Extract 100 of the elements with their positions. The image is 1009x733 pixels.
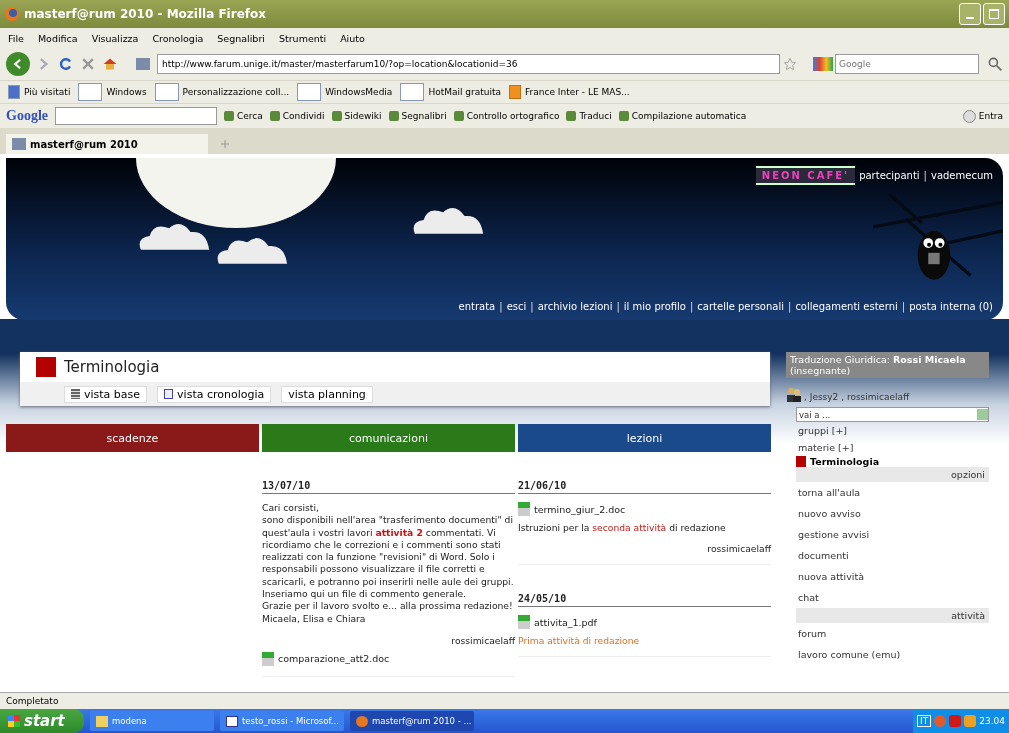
nav-link[interactable]: entrata — [458, 301, 496, 312]
bookmark-icon — [78, 83, 103, 101]
nav-link[interactable]: collegamenti esterni — [795, 301, 898, 312]
window-title: masterf@rum 2010 - Mozilla Firefox — [24, 7, 267, 21]
menu-item[interactable]: Modifica — [37, 32, 78, 44]
view-tab[interactable]: vista cronologia — [157, 385, 272, 403]
toolbar-button[interactable]: Compilazione automatica — [618, 111, 747, 121]
search-field[interactable]: Google — [835, 54, 979, 74]
clock: 23.04 — [979, 716, 1005, 726]
separator: | — [499, 301, 503, 312]
course-color-square — [796, 456, 806, 467]
toolbar-button[interactable]: Controllo ortografico — [453, 111, 560, 121]
sidebar-link[interactable]: gestione avvisi — [796, 524, 989, 545]
message-text: Cari corsisti, — [262, 502, 320, 515]
view-tab[interactable]: vista base — [64, 385, 148, 403]
sign-in-button[interactable]: Entra — [962, 109, 1003, 123]
bookmark[interactable]: Più visitati — [8, 85, 71, 99]
reload-icon[interactable] — [58, 56, 74, 72]
current-course[interactable]: Terminologia — [810, 456, 880, 467]
search-icon[interactable] — [987, 56, 1003, 72]
maximize-button[interactable] — [983, 3, 1005, 25]
separator: | — [530, 301, 534, 312]
nav-link[interactable]: cartelle personali — [697, 301, 784, 312]
message-text: Micaela, Elisa e Chiara — [262, 612, 367, 625]
toolbar-icon — [618, 111, 629, 121]
bookmark-icon — [8, 85, 20, 99]
sidebar-link[interactable]: chat — [796, 587, 989, 608]
sidebar-link[interactable]: nuova attività — [796, 566, 989, 587]
bookmark[interactable]: WindowsMedia — [297, 83, 393, 101]
nav-link[interactable]: archivio lezioni — [537, 301, 613, 312]
toolbar-search-field[interactable] — [55, 107, 217, 125]
site-logo[interactable]: NEON CAFE' — [755, 166, 856, 185]
bookmark[interactable]: HotMail gratuita — [400, 83, 502, 101]
menu-item[interactable]: Cronologia — [152, 32, 204, 44]
nav-link[interactable]: esci — [506, 301, 527, 312]
start-button[interactable]: start — [0, 709, 84, 733]
users-icon — [786, 386, 802, 402]
menu-item[interactable]: Segnalibri — [217, 32, 265, 44]
document-icon — [518, 502, 530, 516]
app-icon — [356, 715, 368, 727]
toolbar-button[interactable]: Condividi — [269, 111, 325, 121]
header-link[interactable]: partecipanti — [859, 170, 920, 181]
sidebar-link[interactable]: torna all'aula — [796, 482, 989, 503]
attachment-link[interactable]: termino_giur_2.doc — [534, 503, 626, 515]
home-icon[interactable] — [102, 56, 118, 72]
toolbar-button[interactable]: Segnalibri — [388, 111, 447, 121]
taskbar-button[interactable]: modena — [90, 711, 214, 731]
document-icon — [518, 615, 530, 629]
section-header: opzioni — [796, 467, 989, 482]
list-icon — [71, 389, 80, 399]
sidebar-link[interactable]: forum — [796, 623, 989, 644]
browser-tab[interactable]: masterf@rum 2010 — [6, 134, 208, 154]
menu-item[interactable]: File — [8, 32, 24, 44]
sidebar-link[interactable]: materie [+] — [796, 439, 989, 456]
stop-icon[interactable] — [80, 56, 96, 72]
toolbar-button[interactable]: Cerca — [224, 111, 263, 121]
message-text: sono disponibili nell'area "trasferimento documenti" di quest'aula i vostri lavori attività 2 commentati. Vi ricordiamo che le correzioni e i commenti sono stati realizzati con la funzione "revisioni" di Word. Solo i responsabili possono visualizzare il file corretti e scaricarli, e potranno poi inserirli nelle aule dei gruppi. Inseriamo qui un file di commento generale. — [262, 514, 515, 601]
browser-logo-icon — [4, 6, 20, 22]
minimize-button[interactable] — [959, 3, 981, 25]
author-name: rossimicaelaff — [706, 543, 771, 554]
bookmark[interactable]: France Inter - LE MAS... — [509, 85, 630, 99]
header-link[interactable]: vademecum — [930, 170, 993, 181]
app-icon — [226, 715, 238, 727]
bookmark-icon — [154, 83, 179, 101]
new-tab-icon[interactable] — [220, 139, 230, 149]
menu-item[interactable]: Strumenti — [278, 32, 327, 44]
toolbar-button[interactable]: Traduci — [566, 111, 612, 121]
calendar-icon — [164, 389, 174, 399]
toolbar-logo: Google — [6, 108, 48, 124]
app-icon — [96, 715, 108, 727]
separator: | — [616, 301, 620, 312]
view-tab[interactable]: vista planning — [281, 385, 373, 403]
bookmark[interactable]: Windows — [78, 83, 147, 101]
sidebar-link[interactable]: lavoro comune (emu) — [796, 644, 989, 665]
menu-item[interactable]: Visualizza — [91, 32, 139, 44]
bookmark[interactable]: Personalizzazione coll... — [154, 83, 290, 101]
sidebar-link[interactable]: nuovo avviso — [796, 503, 989, 524]
menu-item[interactable]: Aiuto — [340, 32, 365, 44]
tray-icon[interactable] — [964, 715, 977, 727]
star-icon[interactable] — [783, 57, 797, 71]
separator: | — [901, 301, 906, 312]
nav-link[interactable]: il mio profilo — [623, 301, 686, 312]
author-name: rossimicaelaff — [450, 634, 515, 646]
tray-icon[interactable] — [949, 715, 962, 727]
attachment-link[interactable]: comparazione_att2.doc — [278, 653, 390, 665]
toolbar-icon — [453, 111, 464, 121]
address-field[interactable]: http://www.farum.unige.it/master/masterfarum10/?op=location&locationid=36 — [157, 54, 780, 74]
toolbar-icon — [388, 111, 399, 121]
back-button[interactable] — [6, 52, 30, 76]
toolbar-icon — [566, 111, 577, 121]
taskbar-button[interactable]: masterf@rum 2010 - ... — [350, 711, 474, 731]
attachment-link[interactable]: attivita_1.pdf — [534, 616, 597, 628]
navigation-select[interactable]: vai a ... — [796, 407, 989, 422]
taskbar-button[interactable]: testo_rossi - Microsof... — [220, 711, 344, 731]
nav-link[interactable]: posta interna (0) — [909, 301, 993, 312]
sidebar-link[interactable]: documenti — [796, 545, 989, 566]
toolbar-button[interactable]: Sidewiki — [331, 111, 382, 121]
sidebar-link[interactable]: gruppi [+] — [796, 422, 989, 439]
tray-icon[interactable] — [934, 715, 947, 727]
column-header: comunicazioni — [262, 424, 515, 452]
